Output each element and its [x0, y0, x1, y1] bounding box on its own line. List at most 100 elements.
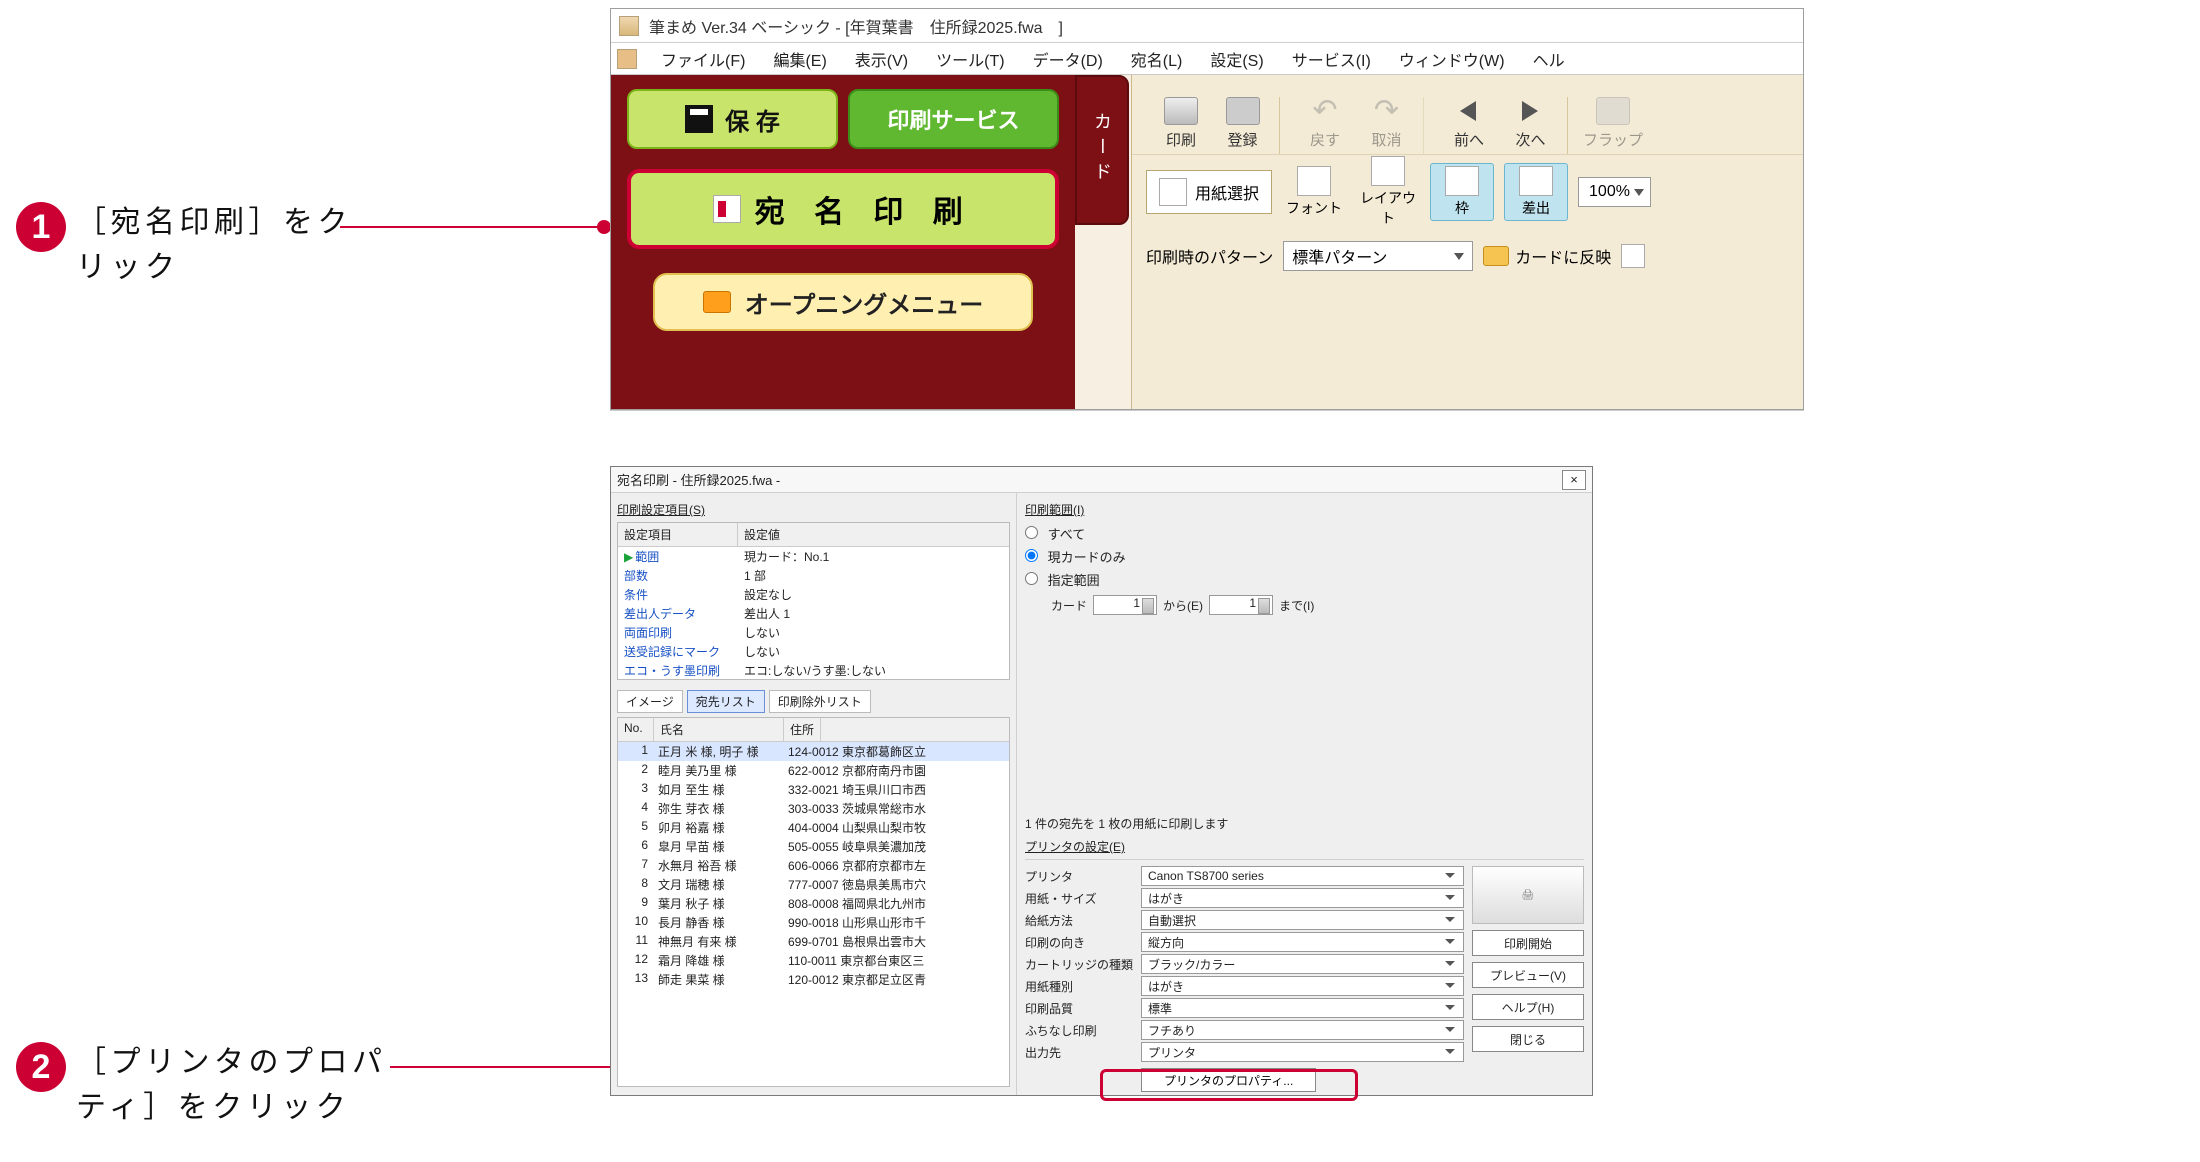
ribbon-print[interactable]: 印刷	[1150, 97, 1212, 154]
side-tab-card[interactable]: カード	[1075, 75, 1129, 225]
menu-service[interactable]: サービス(I)	[1278, 43, 1385, 75]
save-button[interactable]: 保 存	[627, 89, 838, 149]
address-row[interactable]: 7水無月 裕吾 様606-0066 京都府京都市左	[618, 856, 1009, 875]
ribbon-row-3: 印刷時のパターン 標準パターン カードに反映	[1132, 229, 1803, 283]
callout-2-num: 2	[16, 1042, 66, 1092]
printer-setting-combo[interactable]: プリンタ	[1141, 1042, 1464, 1062]
printer-properties-button[interactable]: プリンタのプロパティ...	[1141, 1068, 1316, 1092]
reflect-to-card-button[interactable]: カードに反映	[1483, 244, 1611, 268]
paper-select-button[interactable]: 用紙選択	[1146, 170, 1272, 214]
undo-icon: ↶	[1308, 97, 1342, 125]
settings-row[interactable]: 送受記録にマークしない	[618, 642, 1009, 661]
help-button[interactable]: ヘルプ(H)	[1472, 994, 1584, 1020]
printer-setting-row: 給紙方法自動選択	[1025, 910, 1464, 930]
dialog-left-pane: 印刷設定項目(S) 設定項目 設定値 範囲現カード：No.1部数1 部条件設定な…	[611, 493, 1017, 1095]
printer-setting-combo[interactable]: フチあり	[1141, 1020, 1464, 1040]
tab-image[interactable]: イメージ	[617, 690, 683, 713]
address-row[interactable]: 11神無月 有来 様699-0701 島根県出雲市大	[618, 932, 1009, 951]
printer-setting-combo[interactable]: はがき	[1141, 888, 1464, 908]
preview-button[interactable]: プレビュー(V)	[1472, 962, 1584, 988]
printer-setting-combo[interactable]: ブラック/カラー	[1141, 954, 1464, 974]
register-icon	[1226, 97, 1260, 125]
address-row[interactable]: 12霜月 降雄 様110-0011 東京都台東区三	[618, 951, 1009, 970]
opening-menu-label: オープニングメニュー	[745, 285, 984, 320]
printer-group-title: プリンタの設定(E)	[1025, 838, 1584, 855]
print-range-group: すべて 現カードのみ 指定範囲 カード 1 から(E) 1 まで(I)	[1025, 522, 1584, 615]
address-row[interactable]: 1正月 米 様, 明子 様124-0012 東京都葛飾区立	[618, 742, 1009, 761]
settings-row[interactable]: 両面印刷しない	[618, 623, 1009, 642]
menu-view[interactable]: 表示(V)	[841, 43, 922, 75]
tab-exclude[interactable]: 印刷除外リスト	[769, 690, 871, 713]
print-pattern-label: 印刷時のパターン	[1146, 244, 1273, 268]
menubar: ファイル(F) 編集(E) 表示(V) ツール(T) データ(D) 宛名(L) …	[611, 43, 1803, 75]
tab-list[interactable]: 宛先リスト	[687, 690, 765, 713]
menu-tool[interactable]: ツール(T)	[922, 43, 1018, 75]
settings-row[interactable]: 条件設定なし	[618, 585, 1009, 604]
addr-col-addr: 住所	[784, 718, 821, 741]
font-tool[interactable]: フォント	[1282, 166, 1346, 218]
deliver-tool[interactable]: 差出	[1504, 163, 1568, 221]
printer-setting-combo[interactable]: 標準	[1141, 998, 1464, 1018]
address-row[interactable]: 3如月 至生 様332-0021 埼玉県川口市西	[618, 780, 1009, 799]
address-row[interactable]: 13師走 果菜 様120-0012 東京都足立区青	[618, 970, 1009, 989]
printer-setting-combo[interactable]: 自動選択	[1141, 910, 1464, 930]
address-print-button[interactable]: 宛 名 印 刷	[627, 169, 1059, 249]
printer-setting-row: カートリッジの種類ブラック/カラー	[1025, 954, 1464, 974]
range-to-spin[interactable]: 1	[1209, 595, 1273, 615]
menu-data[interactable]: データ(D)	[1019, 43, 1117, 75]
ribbon-undo[interactable]: ↶ 戻す	[1294, 97, 1356, 154]
address-row[interactable]: 6皐月 早苗 様505-0055 岐阜県美濃加茂	[618, 837, 1009, 856]
menu-setting[interactable]: 設定(S)	[1196, 43, 1277, 75]
range-from-label: から(E)	[1163, 597, 1203, 614]
print-service-button[interactable]: 印刷サービス	[848, 89, 1059, 149]
extra-icon[interactable]	[1621, 244, 1645, 268]
menu-file[interactable]: ファイル(F)	[647, 43, 759, 75]
printer-setting-row: 印刷品質標準	[1025, 998, 1464, 1018]
addr-col-name: 氏名	[654, 718, 784, 741]
range-from-spin[interactable]: 1	[1093, 595, 1157, 615]
address-row[interactable]: 4弥生 芽衣 様303-0033 茨城県常総市水	[618, 799, 1009, 818]
callout-1-num: 1	[16, 202, 66, 252]
settings-row[interactable]: 部数1 部	[618, 566, 1009, 585]
zoom-combo[interactable]: 100%	[1578, 177, 1651, 207]
settings-row[interactable]: 差出人データ差出人 1	[618, 604, 1009, 623]
printer-setting-combo[interactable]: はがき	[1141, 976, 1464, 996]
range-all[interactable]: すべて	[1025, 522, 1584, 545]
ribbon-redo[interactable]: ↷ 取消	[1362, 97, 1424, 154]
menu-address[interactable]: 宛名(L)	[1117, 43, 1197, 75]
print-start-button[interactable]: 印刷開始	[1472, 930, 1584, 956]
printer-setting-row: 印刷の向き縦方向	[1025, 932, 1464, 952]
address-row[interactable]: 5卯月 裕嘉 様404-0004 山梨県山梨市牧	[618, 818, 1009, 837]
settings-row[interactable]: エコ・うす墨印刷エコ:しない/うす墨:しない	[618, 661, 1009, 680]
opening-menu-button[interactable]: オープニングメニュー	[653, 273, 1033, 331]
dialog-right-pane: 印刷範囲(I) すべて 現カードのみ 指定範囲 カード 1 から(E) 1 まで…	[1017, 493, 1592, 1095]
close-dialog-button[interactable]: 閉じる	[1472, 1026, 1584, 1052]
frame-tool[interactable]: 枠	[1430, 163, 1494, 221]
ribbon-prev[interactable]: 前へ	[1438, 97, 1500, 154]
callout-2: 2 ［プリンタのプロパ ティ］をクリック	[16, 1040, 387, 1130]
settings-group-title: 印刷設定項目(S)	[617, 501, 1010, 518]
range-to-label: まで(I)	[1279, 597, 1314, 614]
ribbon-next[interactable]: 次へ	[1506, 97, 1568, 154]
layout-tool[interactable]: レイアウト	[1356, 156, 1420, 228]
menu-help[interactable]: ヘル	[1519, 43, 1579, 75]
address-row[interactable]: 8文月 瑞穂 様777-0007 徳島県美馬市穴	[618, 875, 1009, 894]
address-row[interactable]: 2睦月 美乃里 様622-0012 京都府南丹市園	[618, 761, 1009, 780]
range-current[interactable]: 現カードのみ	[1025, 545, 1584, 568]
address-row[interactable]: 9葉月 秋子 様808-0008 福岡県北九州市	[618, 894, 1009, 913]
address-row[interactable]: 10長月 静香 様990-0018 山形県山形市千	[618, 913, 1009, 932]
printer-setting-row: 出力先プリンタ	[1025, 1042, 1464, 1062]
range-spec[interactable]: 指定範囲	[1025, 568, 1584, 591]
ribbon-flap[interactable]: フラップ	[1582, 97, 1644, 154]
print-pattern-combo[interactable]: 標準パターン	[1283, 241, 1473, 271]
arrow-left-icon	[1452, 97, 1486, 125]
ribbon-register[interactable]: 登録	[1218, 97, 1280, 154]
printer-setting-combo[interactable]: Canon TS8700 series	[1141, 866, 1464, 886]
close-button[interactable]: ×	[1562, 470, 1586, 490]
save-label: 保 存	[725, 102, 780, 137]
settings-row[interactable]: 範囲現カード：No.1	[618, 547, 1009, 566]
menu-window[interactable]: ウィンドウ(W)	[1385, 43, 1519, 75]
printer-setting-combo[interactable]: 縦方向	[1141, 932, 1464, 952]
menu-edit[interactable]: 編集(E)	[759, 43, 840, 75]
flap-icon	[1596, 97, 1630, 125]
